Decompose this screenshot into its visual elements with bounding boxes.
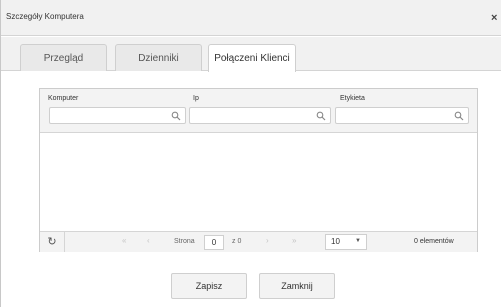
ip-filter <box>189 107 331 124</box>
label-filter <box>335 107 469 124</box>
items-count: 0 elementów <box>414 238 454 245</box>
computer-filter-input[interactable] <box>50 108 185 123</box>
grid-pager: ↻ « ‹ Strona 0 z 0 › » 10 ▼ 0 elementów <box>40 231 477 252</box>
tab-connected-clients[interactable]: Połączeni Klienci <box>208 44 296 72</box>
dialog-titlebar: Szczegóły Komputera × <box>1 0 501 36</box>
close-button[interactable]: Zamknij <box>259 273 335 299</box>
last-page-icon[interactable]: » <box>292 236 296 245</box>
column-header-ip[interactable]: Ip <box>193 95 199 102</box>
computer-details-dialog: Szczegóły Komputera × Przegląd Dzienniki… <box>0 0 501 307</box>
next-page-icon[interactable]: › <box>266 236 269 245</box>
close-icon[interactable]: × <box>491 12 497 24</box>
search-icon[interactable] <box>171 111 181 121</box>
clients-grid: Komputer Ip Etykieta ↻ « ‹ Strona 0 z 0 … <box>39 88 478 252</box>
grid-header: Komputer Ip Etykieta <box>40 89 477 133</box>
page-size-value: 10 <box>331 237 340 246</box>
previous-page-icon[interactable]: ‹ <box>147 236 150 245</box>
search-icon[interactable] <box>454 111 464 121</box>
save-button[interactable]: Zapisz <box>171 273 247 299</box>
page-count: z 0 <box>232 238 242 245</box>
column-header-label[interactable]: Etykieta <box>340 95 365 102</box>
page-size-select[interactable]: 10 ▼ <box>325 234 367 250</box>
ip-filter-input[interactable] <box>190 108 330 123</box>
column-header-computer[interactable]: Komputer <box>48 95 78 102</box>
label-filter-input[interactable] <box>336 108 468 123</box>
first-page-icon[interactable]: « <box>122 236 126 245</box>
dialog-title: Szczegóły Komputera <box>6 12 84 21</box>
tab-logs[interactable]: Dzienniki <box>115 44 202 72</box>
computer-filter <box>49 107 186 124</box>
tab-content: Komputer Ip Etykieta ↻ « ‹ Strona 0 z 0 … <box>1 71 501 307</box>
tab-overview[interactable]: Przegląd <box>20 44 107 72</box>
search-icon[interactable] <box>316 111 326 121</box>
page-label: Strona <box>174 238 195 245</box>
page-number-input[interactable]: 0 <box>204 235 224 250</box>
chevron-down-icon: ▼ <box>355 238 361 244</box>
tab-strip: Przegląd Dzienniki Połączeni Klienci <box>1 37 501 72</box>
refresh-icon[interactable]: ↻ <box>40 232 65 252</box>
